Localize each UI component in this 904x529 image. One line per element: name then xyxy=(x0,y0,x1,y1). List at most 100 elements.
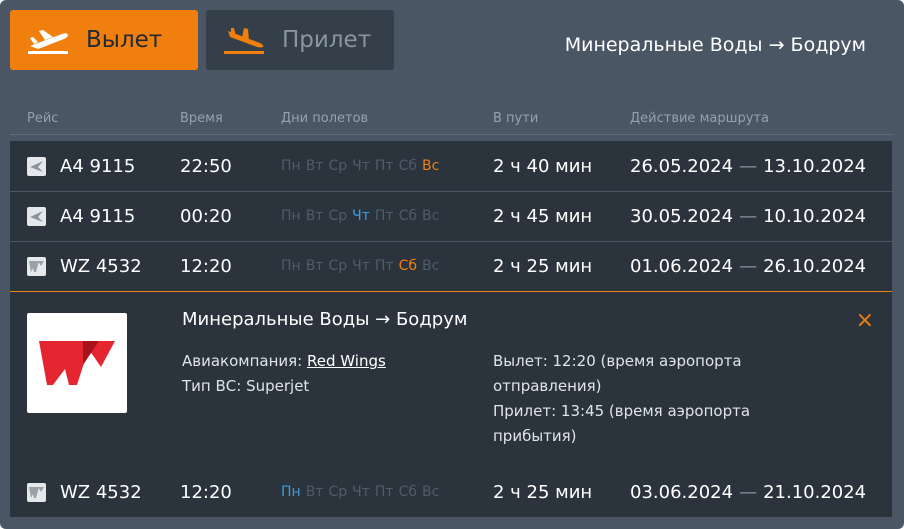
airline-link[interactable]: Red Wings xyxy=(307,352,386,370)
airline-label: Авиакомпания: xyxy=(182,352,303,370)
flight-row[interactable]: A4 9115 22:50 Пн Вт Ср Чт Пт Сб Вс 2 ч 40 мин 26.0… xyxy=(10,141,892,191)
flight-row[interactable]: A4 9115 00:20 Пн Вт Ср Чт Пт Сб Вс 2 ч 45 мин 30.0… xyxy=(10,191,892,241)
flight-duration: 2 ч 45 мин xyxy=(493,205,593,227)
departure-time: 22:50 xyxy=(180,155,232,177)
range-dash: — xyxy=(739,155,758,177)
weekday: Чт xyxy=(352,208,370,224)
weekday: Вт xyxy=(305,158,324,174)
weekday: Пн xyxy=(281,158,301,174)
airline-icon-cell xyxy=(27,141,46,191)
weekday: Ср xyxy=(328,484,348,500)
flight-number: WZ 4532 xyxy=(60,255,142,277)
weekday: Пн xyxy=(281,258,301,274)
column-header-time: Время xyxy=(180,111,223,126)
detail-route-title: Минеральные Воды → Бодрум xyxy=(182,309,468,330)
valid-from: 01.06.2024 xyxy=(630,255,734,277)
valid-from: 03.06.2024 xyxy=(630,481,734,503)
arrival-time-info: Прилет: 13:45 (время аэропорта прибытия) xyxy=(493,402,751,445)
weekday: Вт xyxy=(305,208,324,224)
flight-number: A4 9115 xyxy=(60,205,136,227)
flight-number: WZ 4532 xyxy=(60,481,142,503)
weekday: Пт xyxy=(374,258,394,274)
ural-airlines-logo-icon xyxy=(27,206,46,226)
weekday: Вс xyxy=(422,158,440,174)
range-dash: — xyxy=(739,481,758,503)
column-header-days: Дни полетов xyxy=(281,111,369,126)
flight-row[interactable]: WZ 4532 12:20 Пн Вт Ср Чт Пт Сб Вс 2 ч 25 мин 01.0… xyxy=(10,241,892,291)
tab-departure[interactable]: Вылет xyxy=(10,10,198,70)
range-dash: — xyxy=(739,255,758,277)
column-header-duration: В пути xyxy=(493,111,539,126)
weekday: Пт xyxy=(374,208,394,224)
aircraft-type: Superjet xyxy=(246,377,310,395)
valid-to: 26.10.2024 xyxy=(763,255,867,277)
header-divider xyxy=(10,134,893,135)
airline-icon-cell xyxy=(27,191,46,241)
route-title: Минеральные Воды → Бодрум xyxy=(564,34,866,56)
column-header-validity: Действие маршрута xyxy=(630,111,769,126)
operating-days: Пн Вт Ср Чт Пт Сб Вс xyxy=(281,191,444,241)
departure-time: 00:20 xyxy=(180,205,232,227)
route-validity: 01.06.2024—26.10.2024 xyxy=(630,241,866,291)
departure-time: 12:20 xyxy=(180,481,232,503)
flight-duration: 2 ч 25 мин xyxy=(493,481,593,503)
schedule-info: Вылет: 12:20 (время аэропорта отправлени… xyxy=(493,349,763,449)
weekday: Пн xyxy=(281,208,301,224)
valid-to: 21.10.2024 xyxy=(763,481,867,503)
flight-number: A4 9115 xyxy=(60,155,136,177)
flight-detail-panel: Минеральные Воды → Бодрум Авиакомпания: … xyxy=(10,291,892,467)
departure-time: 12:20 xyxy=(180,255,232,277)
airline-icon-cell xyxy=(27,241,46,291)
weekday: Пн xyxy=(281,484,301,500)
weekday: Сб xyxy=(398,484,417,500)
operating-days: Пн Вт Ср Чт Пт Сб Вс xyxy=(281,141,444,191)
route-validity: 03.06.2024—21.10.2024 xyxy=(630,467,866,517)
row-divider xyxy=(10,191,892,192)
valid-to: 13.10.2024 xyxy=(763,155,867,177)
weekday: Пт xyxy=(374,158,394,174)
aircraft-label: Тип ВС: xyxy=(182,377,242,395)
departure-time-info: Вылет: 12:20 (время аэропорта отправлени… xyxy=(493,352,742,395)
tab-arrival-label: Прилет xyxy=(282,27,372,53)
weekday: Вс xyxy=(422,208,440,224)
weekday: Пт xyxy=(374,484,394,500)
column-header-flight: Рейс xyxy=(27,111,59,126)
red-wings-logo-icon xyxy=(27,482,46,502)
weekday: Ср xyxy=(328,258,348,274)
route-validity: 30.05.2024—10.10.2024 xyxy=(630,191,866,241)
weekday: Ср xyxy=(328,208,348,224)
airline-info: Авиакомпания: Red Wings Тип ВС: Superjet xyxy=(182,349,386,399)
flight-duration: 2 ч 40 мин xyxy=(493,155,593,177)
flight-duration: 2 ч 25 мин xyxy=(493,255,593,277)
operating-days: Пн Вт Ср Чт Пт Сб Вс xyxy=(281,467,444,517)
route-validity: 26.05.2024—13.10.2024 xyxy=(630,141,866,191)
weekday: Сб xyxy=(398,208,417,224)
operating-days: Пн Вт Ср Чт Пт Сб Вс xyxy=(281,241,444,291)
row-divider xyxy=(10,241,892,242)
weekday: Вт xyxy=(305,484,324,500)
valid-from: 26.05.2024 xyxy=(630,155,734,177)
weekday: Сб xyxy=(398,258,417,274)
flight-schedule-widget: Вылет Прилет Минеральные Воды → Бодрум Р… xyxy=(0,0,904,529)
close-detail-button[interactable]: × xyxy=(856,308,874,333)
tab-arrival[interactable]: Прилет xyxy=(206,10,394,70)
weekday: Вт xyxy=(305,258,324,274)
arriving-plane-icon xyxy=(224,28,264,54)
red-wings-emblem-icon xyxy=(39,341,115,385)
range-dash: — xyxy=(739,205,758,227)
departing-plane-icon xyxy=(28,30,68,54)
weekday: Ср xyxy=(328,158,348,174)
weekday: Чт xyxy=(352,484,370,500)
weekday: Чт xyxy=(352,258,370,274)
red-wings-logo-icon xyxy=(27,256,46,276)
red-wings-logo xyxy=(27,313,127,413)
weekday: Сб xyxy=(398,158,417,174)
valid-from: 30.05.2024 xyxy=(630,205,734,227)
tab-departure-label: Вылет xyxy=(86,27,163,53)
weekday: Вс xyxy=(422,484,440,500)
valid-to: 10.10.2024 xyxy=(763,205,867,227)
airline-icon-cell xyxy=(27,467,46,517)
ural-airlines-logo-icon xyxy=(27,156,46,176)
weekday: Чт xyxy=(352,158,370,174)
flight-row[interactable]: WZ 4532 12:20 Пн Вт Ср Чт Пт Сб Вс 2 ч 25 мин 03.0… xyxy=(10,467,892,517)
